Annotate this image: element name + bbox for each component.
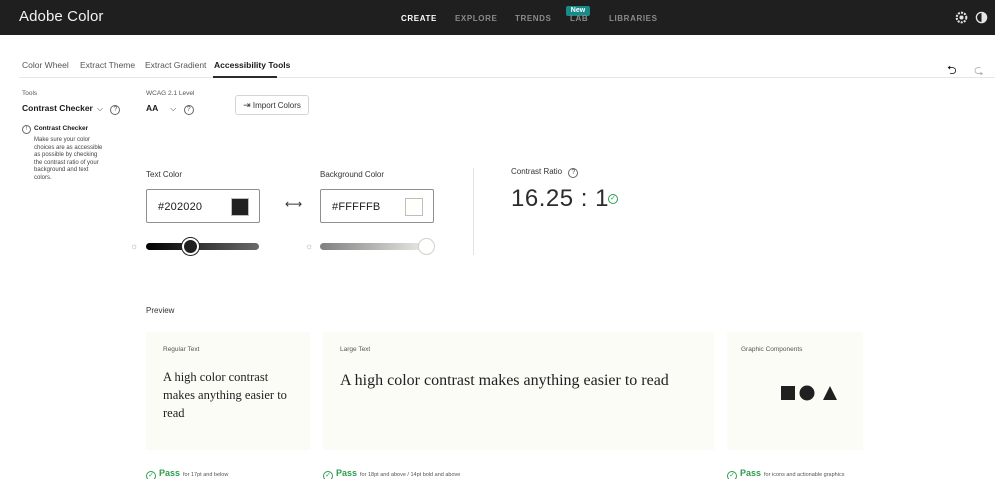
regular-text-result: ✓ Pass for 17pt and below: [146, 468, 228, 479]
background-color-value[interactable]: #FFFFFB: [332, 201, 380, 213]
contrast-ratio-value: 16.25 : 1: [511, 185, 609, 212]
regular-text-sample: A high color contrast makes anything eas…: [163, 370, 287, 420]
tools-dropdown[interactable]: Contrast Checker ⌵ ?: [22, 103, 121, 115]
wcag-selected-value: AA: [146, 103, 159, 113]
large-text-caption: Large Text: [340, 346, 371, 353]
tab-extract-gradient[interactable]: Extract Gradient: [145, 60, 206, 70]
import-colors-button[interactable]: ⇥ Import Colors: [235, 95, 309, 115]
check-circle-icon: ✓: [727, 471, 737, 479]
graphic-components-caption: Graphic Components: [741, 346, 803, 353]
brightness-icon: ☼: [130, 241, 139, 251]
text-brightness-slider[interactable]: [146, 243, 259, 250]
text-color-input[interactable]: #202020: [146, 189, 260, 223]
tab-accessibility-tools[interactable]: Accessibility Tools: [214, 60, 290, 70]
large-text-result: ✓ Pass for 18pt and above / 14pt bold and …: [323, 468, 460, 479]
regular-text-caption: Regular Text: [163, 346, 200, 353]
square-shape-icon: [781, 386, 795, 400]
wcag-level-label: WCAG 2.1 Level: [146, 90, 195, 97]
text-color-swatch[interactable]: [231, 198, 249, 216]
active-tab-indicator: [213, 76, 277, 78]
wcag-level-dropdown[interactable]: AA ⌵ ?: [146, 103, 194, 115]
contrast-checker-description: Make sure your color choices are as acce…: [34, 137, 103, 181]
brightness-icon: ☼: [305, 241, 314, 251]
wcag-help-icon[interactable]: ?: [183, 105, 194, 115]
tab-extract-theme[interactable]: Extract Theme: [80, 60, 135, 70]
preview-label: Preview: [146, 306, 175, 315]
tabs-divider: [19, 77, 995, 78]
redo-icon[interactable]: ⮎: [974, 61, 984, 82]
nav-libraries[interactable]: LIBRARIES: [609, 14, 658, 23]
check-circle-icon: ✓: [608, 194, 618, 204]
check-circle-icon: ✓: [323, 471, 333, 479]
import-icon: ⇥: [243, 100, 251, 110]
nav-lab[interactable]: LAB: [570, 14, 588, 23]
nav-create[interactable]: CREATE: [401, 14, 437, 23]
background-color-swatch[interactable]: [405, 198, 423, 216]
check-circle-icon: ✓: [146, 471, 156, 479]
background-color-label: Background Color: [320, 170, 385, 179]
background-brightness-handle[interactable]: [418, 238, 435, 255]
chevron-down-icon: ⌵: [96, 104, 103, 113]
tools-selected-value: Contrast Checker: [22, 103, 93, 113]
contrast-ratio-label: Contrast Ratio ?: [511, 167, 579, 178]
tools-help-icon[interactable]: ?: [110, 105, 121, 115]
vertical-divider: [473, 168, 474, 255]
text-color-label: Text Color: [146, 170, 183, 179]
undo-icon[interactable]: ⮌: [947, 61, 957, 82]
background-brightness-slider[interactable]: [320, 243, 433, 250]
background-color-input[interactable]: #FFFFFB: [320, 189, 434, 223]
nav-explore[interactable]: EXPLORE: [455, 14, 497, 23]
large-text-sample: A high color contrast makes anything eas…: [340, 372, 669, 389]
swap-colors-icon[interactable]: ⟷: [285, 197, 302, 211]
contrast-checker-info-title: ! Contrast Checker: [22, 125, 88, 134]
top-navigation-bar: Adobe Color CREATE EXPLORE TRENDS New LA…: [0, 0, 995, 35]
tool-tabs: Color Wheel Extract Theme Extract Gradie…: [0, 55, 995, 79]
graphic-shapes: [781, 385, 837, 401]
theme-icon[interactable]: [975, 11, 988, 24]
graphic-components-result: ✓ Pass for icons and actionable graphics: [727, 468, 844, 479]
info-icon: !: [22, 125, 31, 134]
nav-trends[interactable]: TRENDS: [515, 14, 552, 23]
settings-icon[interactable]: [955, 11, 968, 24]
circle-shape-icon: [799, 385, 815, 401]
tools-label: Tools: [22, 90, 38, 97]
text-brightness-handle[interactable]: [181, 238, 199, 255]
triangle-shape-icon: [823, 386, 837, 400]
app-title[interactable]: Adobe Color: [19, 8, 104, 25]
text-color-value[interactable]: #202020: [158, 201, 202, 213]
contrast-help-icon[interactable]: ?: [568, 168, 579, 178]
chevron-down-icon: ⌵: [170, 104, 177, 113]
tab-color-wheel[interactable]: Color Wheel: [22, 60, 69, 70]
